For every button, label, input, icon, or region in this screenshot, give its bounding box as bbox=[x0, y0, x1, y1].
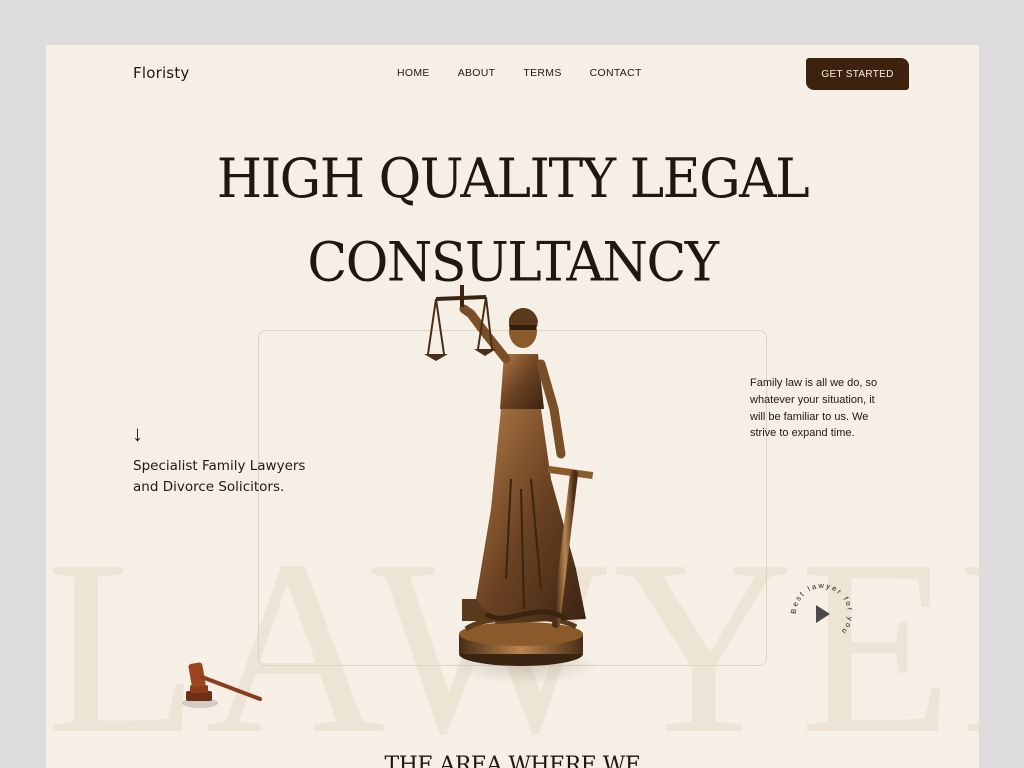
brand-logo[interactable]: Floristy bbox=[133, 64, 189, 82]
play-icon bbox=[816, 605, 830, 623]
play-video-button[interactable]: Best lawyer for you bbox=[786, 578, 858, 650]
tagline-line2: and Divorce Solicitors. bbox=[133, 479, 285, 495]
hero-tagline: Specialist Family Lawyers and Divorce So… bbox=[133, 456, 323, 498]
nav-home[interactable]: HOME bbox=[397, 67, 430, 79]
hero-description: Family law is all we do, so whatever you… bbox=[750, 377, 878, 440]
main-nav: HOME ABOUT TERMS CONTACT bbox=[397, 67, 642, 79]
tagline-line1: Specialist Family Lawyers bbox=[133, 458, 306, 474]
landing-page: LAWYER Floristy HOME ABOUT TERMS CONTACT… bbox=[46, 45, 979, 768]
nav-terms[interactable]: TERMS bbox=[523, 67, 561, 79]
nav-contact[interactable]: CONTACT bbox=[590, 67, 642, 79]
get-started-button[interactable]: GET STARTED bbox=[806, 58, 909, 90]
section-title: THE AREA WHERE WE bbox=[384, 753, 641, 768]
hero-title-line1: HIGH QUALITY LEGAL bbox=[216, 148, 810, 211]
lady-justice-statue-image bbox=[424, 285, 594, 666]
nav-about[interactable]: ABOUT bbox=[458, 67, 496, 79]
arrow-down-icon[interactable]: ↓ bbox=[132, 421, 143, 447]
gavel-image bbox=[182, 662, 262, 708]
